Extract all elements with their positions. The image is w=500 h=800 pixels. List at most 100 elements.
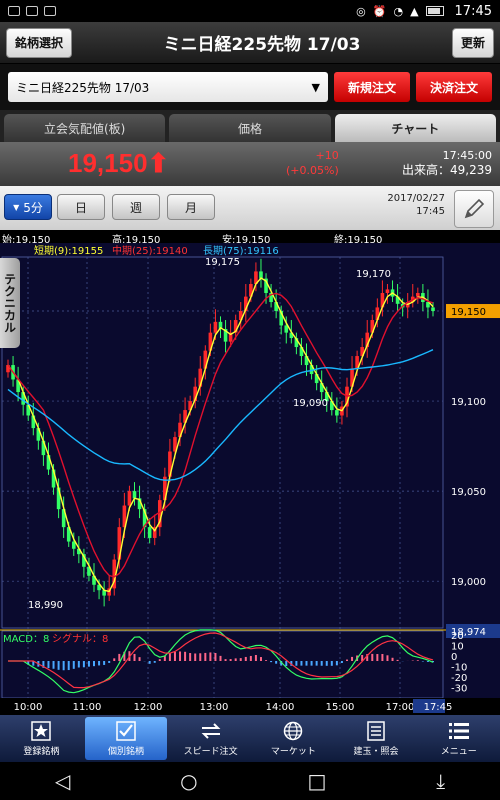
price-tick-label: 19,050	[451, 487, 486, 498]
globe-icon	[282, 720, 304, 742]
ohlc-bar: 始:19,150 高:19,150 安:19,150 終:19,150	[0, 230, 500, 246]
current-price-label: 19,150	[451, 307, 486, 318]
price-annotation: 19,090	[293, 398, 328, 409]
bottom-nav: 登録銘柄 個別銘柄 スピード注文 マーケット 建玉・照会 メニュー	[0, 715, 500, 762]
signal-icon: ▲	[410, 4, 419, 18]
interval-day-button[interactable]: 日	[57, 194, 105, 220]
interval-week-button[interactable]: 週	[112, 194, 160, 220]
price-annotation: 19,175	[205, 257, 240, 268]
axis-labels: 19,10019,05019,00019,15018,97419,17519,1…	[0, 257, 500, 715]
up-arrow-icon: ⬆	[147, 148, 170, 178]
pencil-icon	[464, 198, 485, 219]
candle-body	[132, 491, 137, 499]
clock: 17:45	[454, 3, 492, 19]
arrows-icon	[200, 720, 222, 742]
notification-icon	[8, 6, 20, 16]
candle-body	[431, 307, 435, 312]
system-nav: ◁ ○ □ ⤓	[0, 762, 500, 800]
price-tick-label: 19,100	[451, 397, 486, 408]
quote-panel: 19,150⬆ +10 (+0.05%) 17:45:00 出来高：49,239	[0, 142, 500, 186]
nav-individual[interactable]: 個別銘柄	[84, 717, 168, 760]
candle-body	[213, 321, 218, 333]
price-tick-label: 19,000	[451, 577, 486, 588]
time-tick-label: 11:00	[73, 702, 102, 713]
mail-icon	[26, 6, 38, 16]
nav-label: 登録銘柄	[23, 747, 60, 757]
time-tick-label: 17:45	[424, 702, 453, 713]
download-icon[interactable]: ⤓	[436, 769, 445, 793]
macd-tick-label: -30	[451, 684, 467, 695]
headset-icon: ◎	[356, 4, 366, 18]
status-bar: ◎ ⏰ ◔ ▲ 17:45	[0, 0, 500, 22]
candles	[6, 258, 435, 607]
star-icon	[30, 720, 52, 742]
wifi-icon: ◔	[393, 4, 404, 18]
candle-body	[385, 289, 390, 294]
nav-label: 個別銘柄	[108, 747, 145, 757]
current-price: 19,150⬆	[68, 148, 169, 179]
battery-icon	[425, 6, 444, 16]
price-annotation: 18,990	[28, 600, 63, 611]
check-icon	[115, 720, 137, 742]
legend-mid-ma: 中期(25):19140	[112, 244, 188, 257]
legend-long-ma: 長期(75):19116	[203, 245, 279, 257]
symbol-select-value: ミニ日経225先物 17/03	[16, 80, 150, 95]
change-percent: (+0.05%)	[286, 164, 339, 177]
new-order-button[interactable]: 新規注文	[334, 72, 410, 102]
app-icon	[44, 6, 56, 16]
settle-order-button[interactable]: 決済注文	[416, 72, 492, 102]
technical-tab[interactable]: テクニカル	[0, 258, 20, 348]
price-annotation: 19,170	[356, 269, 391, 280]
nav-watchlist[interactable]: 登録銘柄	[0, 715, 83, 762]
candle-body	[416, 293, 420, 297]
menu-icon	[448, 720, 470, 742]
chart-canvas[interactable]: 19,10019,05019,00019,15018,97419,17519,1…	[0, 243, 500, 715]
legend-macd: MACD：8	[3, 634, 49, 645]
recents-icon[interactable]: □	[307, 769, 326, 793]
refresh-button[interactable]: 更新	[451, 27, 494, 58]
nav-label: スピード注文	[183, 747, 238, 757]
interval-5min-dropdown[interactable]: ▼ 5分	[4, 194, 52, 220]
nav-market[interactable]: マーケット	[252, 715, 335, 762]
time-tick-label: 17:00	[386, 702, 415, 713]
nav-menu[interactable]: メニュー	[417, 715, 500, 762]
app-header: 銘柄選択 ミニ日経225先物 17/03 更新	[0, 22, 500, 64]
dropdown-icon: ▼	[13, 202, 20, 212]
time-tick-label: 10:00	[14, 702, 43, 713]
chart-time: 17:45	[416, 206, 445, 217]
tab-order-book[interactable]: 立会気配値(板)	[4, 114, 166, 142]
nav-label: メニュー	[440, 747, 477, 757]
home-icon[interactable]: ○	[180, 769, 197, 793]
tab-chart[interactable]: チャート	[334, 114, 496, 142]
interval-bar: ▼ 5分 日 週 月 2017/02/27 17:45	[0, 186, 500, 230]
interval-month-button[interactable]: 月	[167, 194, 215, 220]
time-tick-label: 12:00	[134, 702, 163, 713]
chart-datetime: 2017/02/27 17:45	[370, 192, 445, 218]
nav-label: 建玉・照会	[353, 747, 399, 757]
macd-tick-label: 0	[451, 652, 457, 663]
alarm-icon: ⏰	[372, 4, 387, 18]
legend-short-ma: 短期(9):19155	[34, 244, 103, 257]
symbol-row: ミニ日経225先物 17/03 ▼ 新規注文 決済注文	[0, 64, 500, 110]
select-symbol-button[interactable]: 銘柄選択	[6, 27, 73, 58]
long-ma-line	[7, 349, 434, 481]
volume: 出来高：49,239	[402, 163, 492, 177]
draw-tool-button[interactable]	[454, 190, 494, 228]
back-icon[interactable]: ◁	[55, 769, 70, 793]
tab-price[interactable]: 価格	[169, 114, 331, 142]
view-tabs: 立会気配値(板) 価格 チャート	[0, 110, 500, 142]
nav-positions[interactable]: 建玉・照会	[335, 715, 418, 762]
macd-tick-label: 20	[451, 631, 464, 642]
nav-speed-order[interactable]: スピード注文	[169, 715, 252, 762]
macd-tick-label: -10	[451, 663, 467, 674]
candle-body	[335, 410, 339, 416]
page-title: ミニ日経225先物 17/03	[163, 35, 361, 55]
chart-date: 2017/02/27	[387, 193, 445, 204]
change-value: +10	[315, 149, 339, 162]
quote-timestamp: 17:45:00	[442, 149, 492, 162]
symbol-select[interactable]: ミニ日経225先物 17/03 ▼	[8, 72, 328, 102]
interval-selected: 5分	[23, 200, 43, 215]
price-chart[interactable]: 19,100 19,050 19,000 19,150 18,974 19,175 19,1…	[0, 243, 500, 715]
price-change: +10 (+0.05%)	[286, 148, 339, 178]
candle-body	[127, 491, 132, 506]
